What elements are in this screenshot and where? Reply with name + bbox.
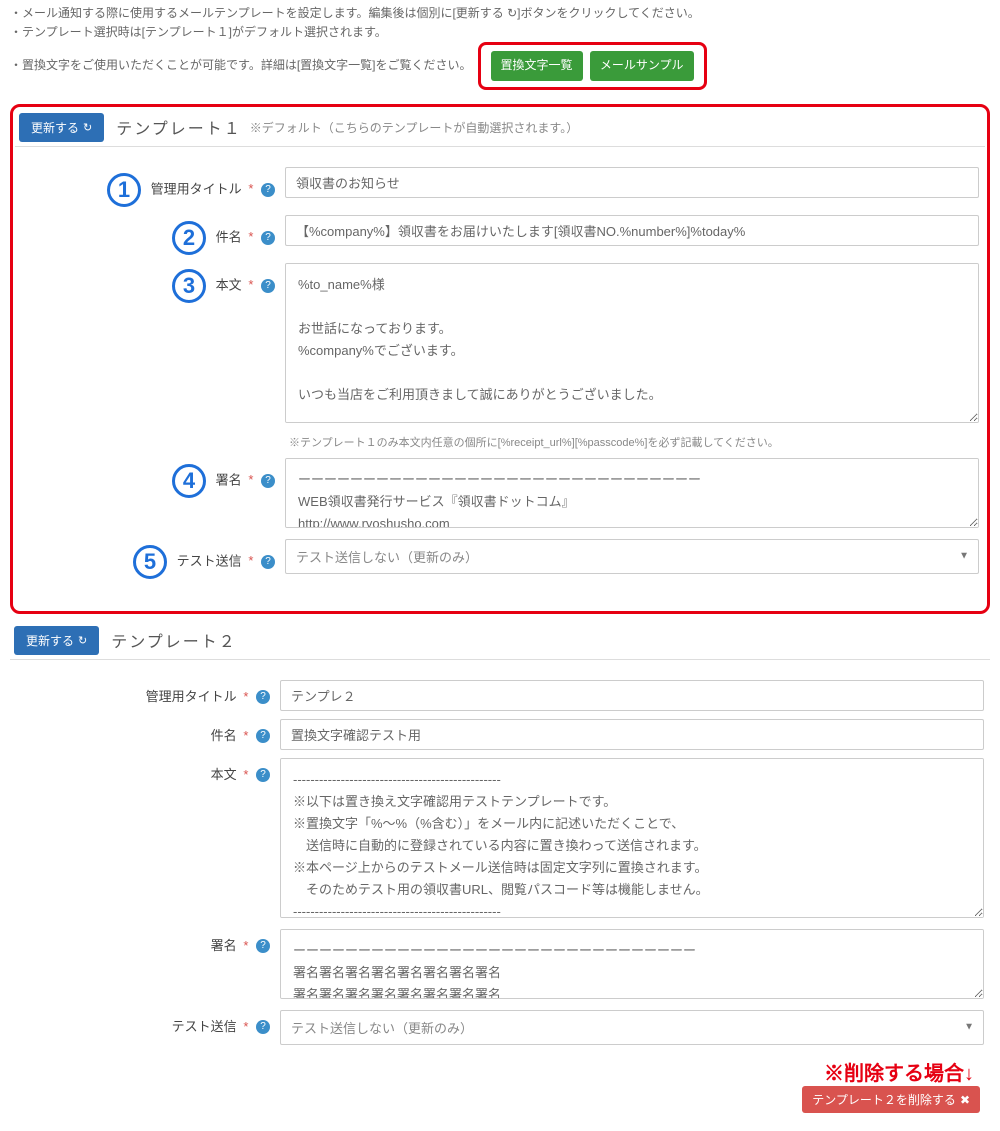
badge-2: 2 [172,221,206,255]
note-line-3: 置換文字をご使用いただくことが可能です。詳細は[置換文字一覧]をご覧ください。 … [10,42,990,89]
template-1-subtitle: ※デフォルト（こちらのテンプレートが自動選択されます。） [250,119,578,136]
reload-icon: ↻ [83,121,92,134]
row-signature-1: 4 署名 * ? ーーーーーーーーーーーーーーーーーーーーーーーーーーーーーーー… [15,458,985,531]
row-testsend-2: テスト送信 * ? テスト送信しない（更新のみ） ▼ [10,1010,990,1045]
template-1-title: テンプレート１ [116,115,242,139]
required-mark: * [248,181,253,196]
help-icon[interactable]: ? [256,768,270,782]
badge-1: 1 [107,173,141,207]
green-button-group: 置換文字一覧 メールサンプル [478,42,707,89]
label-testsend: テスト送信 [172,1019,237,1034]
label-subject: 件名 [216,229,242,244]
row-subject-2: 件名 * ? [10,719,990,750]
row-subject-1: 2 件名 * ? [15,215,985,255]
label-admin-title: 管理用タイトル [151,181,242,196]
label-body: 本文 [211,767,237,782]
help-icon[interactable]: ? [261,279,275,293]
label-admin-title: 管理用タイトル [146,689,237,704]
template-1-titlebar: 更新する↻ テンプレート１ ※デフォルト（こちらのテンプレートが自動選択されます… [15,109,985,147]
mail-sample-button[interactable]: メールサンプル [590,51,694,80]
row-testsend-1: 5 テスト送信 * ? テスト送信しない（更新のみ） ▼ [15,539,985,579]
body-textarea-1[interactable]: %to_name%様 お世話になっております。 %company%でございます。… [285,263,979,423]
help-icon[interactable]: ? [256,1020,270,1034]
badge-5: 5 [133,545,167,579]
subject-input-1[interactable] [285,215,979,246]
reload-icon: ↻ [78,634,87,647]
help-icon[interactable]: ? [261,474,275,488]
template-1-panel: 更新する↻ テンプレート１ ※デフォルト（こちらのテンプレートが自動選択されます… [10,104,990,614]
label-testsend: テスト送信 [177,553,242,568]
badge-3: 3 [172,269,206,303]
note-line-2: テンプレート選択時は[テンプレート１]がデフォルト選択されます。 [10,23,990,42]
help-icon[interactable]: ? [261,555,275,569]
admin-title-input-2[interactable] [280,680,984,711]
label-body: 本文 [216,277,242,292]
replace-list-button[interactable]: 置換文字一覧 [491,51,583,80]
row-body-2: 本文 * ? ---------------------------------… [10,758,990,921]
row-admin-title-1: 1 管理用タイトル * ? [15,167,985,207]
note-line-1: メール通知する際に使用するメールテンプレートを設定します。編集後は個別に[更新す… [10,4,990,23]
signature-textarea-2[interactable]: ーーーーーーーーーーーーーーーーーーーーーーーーーーーーーーー 署名署名署名署名… [280,929,984,999]
help-icon[interactable]: ? [256,729,270,743]
label-signature: 署名 [216,472,242,487]
help-icon[interactable]: ? [256,690,270,704]
body-textarea-2[interactable]: ----------------------------------------… [280,758,984,918]
template-2-panel: 更新する↻ テンプレート２ 管理用タイトル * ? 件名 * ? 本文 * ? … [10,622,990,1123]
testsend-select-1[interactable]: テスト送信しない（更新のみ） [285,539,979,574]
label-signature: 署名 [211,938,237,953]
testsend-select-2[interactable]: テスト送信しない（更新のみ） [280,1010,984,1045]
template-2-title: テンプレート２ [111,628,237,652]
row-signature-2: 署名 * ? ーーーーーーーーーーーーーーーーーーーーーーーーーーーーーーー 署… [10,929,990,1002]
template-2-titlebar: 更新する↻ テンプレート２ [10,622,990,660]
signature-textarea-1[interactable]: ーーーーーーーーーーーーーーーーーーーーーーーーーーーーーーー WEB領収書発行… [285,458,979,528]
label-subject: 件名 [211,728,237,743]
help-icon[interactable]: ? [256,939,270,953]
update-button-2[interactable]: 更新する↻ [14,626,99,655]
close-icon: ✖ [960,1093,970,1107]
delete-note: ※削除する場合↓ [824,1063,974,1085]
help-icon[interactable]: ? [261,231,275,245]
admin-title-input-1[interactable] [285,167,979,198]
body-note-1: ※テンプレート１のみ本文内任意の個所に[%receipt_url%][%pass… [285,434,985,450]
row-body-1: 3 本文 * ? %to_name%様 お世話になっております。 %compan… [15,263,985,426]
header-notes: メール通知する際に使用するメールテンプレートを設定します。編集後は個別に[更新す… [0,0,1000,96]
subject-input-2[interactable] [280,719,984,750]
row-admin-title-2: 管理用タイトル * ? [10,680,990,711]
delete-template-2-button[interactable]: テンプレート２を削除する✖ [802,1086,980,1113]
update-button-1[interactable]: 更新する↻ [19,113,104,142]
badge-4: 4 [172,464,206,498]
help-icon[interactable]: ? [261,183,275,197]
